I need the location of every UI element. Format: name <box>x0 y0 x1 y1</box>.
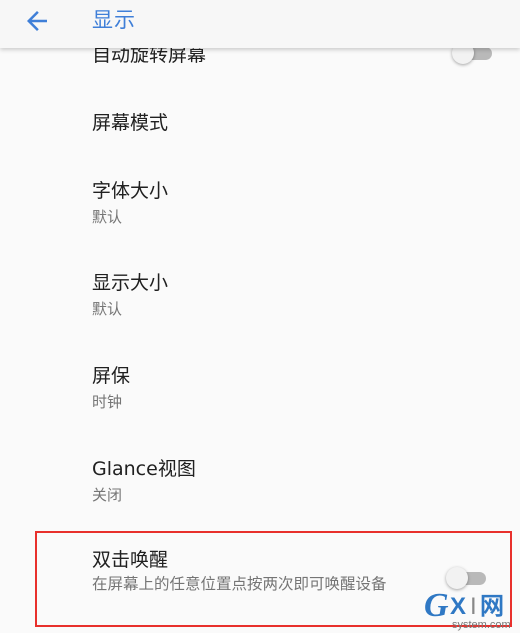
setting-glance-view-summary: 关闭 <box>92 486 123 504</box>
setting-font-size[interactable]: 字体大小 默认 <box>0 160 520 240</box>
setting-display-size-summary: 默认 <box>92 300 123 318</box>
setting-screen-mode[interactable]: 屏幕模式 <box>0 88 520 152</box>
app-bar: 显示 <box>0 0 520 48</box>
setting-display-size[interactable]: 显示大小 默认 <box>0 252 520 332</box>
setting-screensaver-title: 屏保 <box>92 365 131 387</box>
svg-text:G: G <box>424 587 449 624</box>
setting-screen-mode-title: 屏幕模式 <box>92 112 169 134</box>
setting-font-size-title: 字体大小 <box>92 180 169 202</box>
page-title: 显示 <box>92 8 136 32</box>
setting-display-size-title: 显示大小 <box>92 272 169 294</box>
arrow-left-icon[interactable] <box>22 6 52 36</box>
svg-text:system.com: system.com <box>452 619 511 631</box>
setting-screensaver-summary: 时钟 <box>92 393 123 411</box>
setting-double-tap-wake-summary: 在屏幕上的任意位置点按两次即可唤醒设备 <box>92 575 387 593</box>
setting-double-tap-wake-title: 双击唤醒 <box>92 549 169 571</box>
setting-glance-view[interactable]: Glance视图 关闭 <box>0 438 520 518</box>
setting-glance-view-title: Glance视图 <box>92 458 196 480</box>
svg-text:网: 网 <box>480 592 504 620</box>
setting-screensaver[interactable]: 屏保 时钟 <box>0 345 520 425</box>
svg-text:I: I <box>470 593 477 620</box>
setting-font-size-summary: 默认 <box>92 208 123 226</box>
watermark-logo: G X I 网 system.com <box>424 587 511 631</box>
svg-text:X: X <box>450 593 466 620</box>
settings-list: 自动旋转屏幕 屏幕模式 字体大小 默认 显示大小 默认 屏保 时钟 Glance… <box>0 0 520 633</box>
